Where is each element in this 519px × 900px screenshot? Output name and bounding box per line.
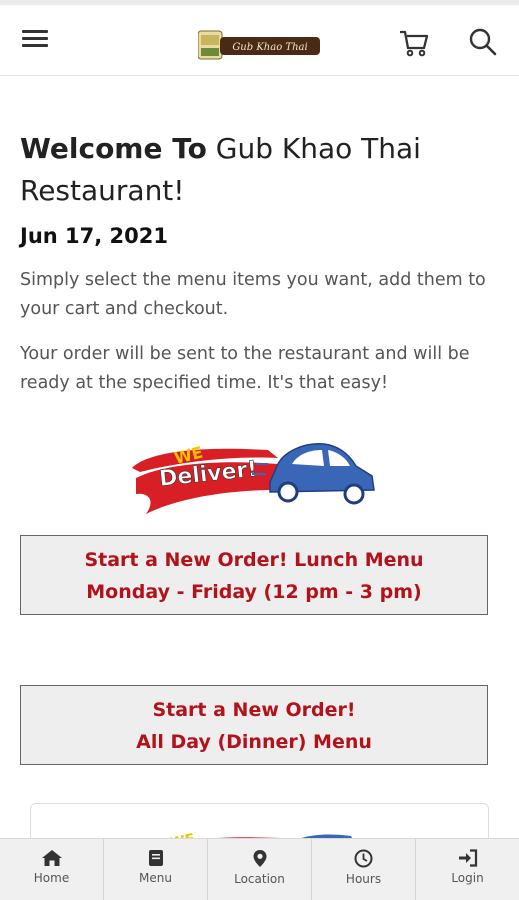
welcome-heading: Welcome To Gub Khao Thai Restaurant!: [20, 128, 500, 212]
intro-text-1: Simply select the menu items you want, a…: [20, 270, 486, 319]
restaurant-logo[interactable]: Gub Khao Thai: [198, 27, 322, 61]
nav-login[interactable]: Login: [416, 839, 519, 900]
location-pin-icon: [253, 850, 266, 867]
login-icon: [458, 849, 477, 867]
nav-home-label: Home: [33, 871, 70, 885]
dinner-menu-order-button[interactable]: Start a New Order! All Day (Dinner) Menu: [20, 685, 488, 765]
we-deliver-banner: WE Deliver!: [132, 443, 375, 514]
nav-location[interactable]: Location: [208, 839, 312, 900]
nav-hours[interactable]: Hours: [312, 839, 416, 900]
clock-icon: [354, 849, 373, 868]
logo-text: Gub Khao Thai: [232, 42, 307, 53]
welcome-bold: Welcome To: [20, 132, 207, 165]
nav-hours-label: Hours: [345, 872, 382, 886]
dinner-button-line1: Start a New Order!: [152, 699, 356, 721]
bottom-navigation: Home Menu Location Hours Login: [0, 838, 519, 900]
intro-text-2: Your order will be sent to the restauran…: [20, 344, 470, 393]
nav-menu-label: Menu: [139, 871, 172, 885]
dinner-button-line2: All Day (Dinner) Menu: [136, 731, 372, 753]
nav-location-label: Location: [234, 872, 285, 886]
nav-home[interactable]: Home: [0, 839, 104, 900]
lunch-button-line1: Start a New Order! Lunch Menu: [84, 549, 424, 571]
home-icon: [41, 850, 62, 866]
nav-login-label: Login: [451, 871, 484, 885]
cart-icon[interactable]: [398, 27, 430, 59]
hamburger-icon[interactable]: [22, 27, 48, 53]
lunch-button-line2: Monday - Friday (12 pm - 3 pm): [86, 581, 422, 603]
main-content: Welcome To Gub Khao Thai Restaurant! Jun…: [20, 76, 500, 398]
current-date: Jun 17, 2021: [20, 224, 168, 248]
menu-book-icon: [148, 850, 163, 866]
top-app-bar: Gub Khao Thai: [0, 0, 519, 76]
lunch-menu-order-button[interactable]: Start a New Order! Lunch Menu Monday - F…: [20, 535, 488, 615]
nav-menu[interactable]: Menu: [104, 839, 208, 900]
search-icon[interactable]: [468, 27, 498, 57]
